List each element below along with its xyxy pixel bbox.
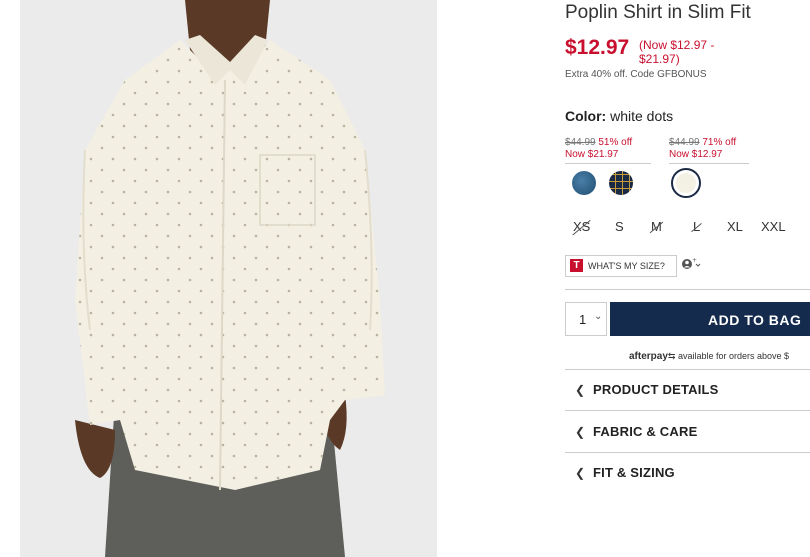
sale-price: $12.97 [565, 36, 630, 59]
chevron-left-icon: ❮ [575, 425, 586, 439]
color-selection: Color: white dots [565, 108, 673, 124]
divider [565, 410, 810, 411]
swatch-group-price: $44.99 71% off Now $12.97 [669, 137, 749, 164]
accordion-fabric-care[interactable]: ❮ FABRIC & CARE [565, 414, 810, 450]
size-xl[interactable]: XL [727, 219, 743, 234]
swatch-group-divider [669, 163, 749, 164]
promo-text: Extra 40% off. Code GFBONUS [565, 69, 707, 80]
discount-percent: 71% off [702, 137, 737, 148]
original-price: $44.99 [565, 137, 596, 148]
svg-text:+: + [692, 258, 697, 264]
color-value: white dots [610, 108, 674, 124]
divider [565, 289, 810, 290]
accordion-label: PRODUCT DETAILS [593, 382, 719, 397]
swatch-white-dots-fill [676, 173, 696, 193]
swatch-white-dots[interactable] [671, 168, 701, 198]
swatch-group-price: $44.99 51% off Now $21.97 [565, 137, 651, 164]
chevron-left-icon: ❮ [575, 383, 586, 397]
size-m[interactable]: M [651, 219, 662, 234]
account-dropdown-icon[interactable]: + [681, 257, 703, 273]
accordion-label: FABRIC & CARE [593, 424, 698, 439]
swatch-blue[interactable] [572, 171, 596, 195]
accordion-product-details[interactable]: ❮ PRODUCT DETAILS [565, 372, 810, 408]
accordion-label: FIT & SIZING [593, 465, 675, 480]
whats-my-size-label: WHAT'S MY SIZE? [588, 261, 665, 271]
color-label: Color: [565, 108, 607, 124]
size-l[interactable]: L [693, 219, 700, 234]
product-title: Poplin Shirt in Slim Fit [565, 2, 751, 23]
afterpay-text: available for orders above $ [677, 351, 790, 361]
swatch-group-divider [565, 163, 651, 164]
size-xs[interactable]: XS [573, 219, 590, 234]
add-to-bag-label: ADD TO BAG [708, 312, 802, 328]
now-price: Now $12.97 [669, 149, 723, 160]
size-xxl[interactable]: XXL [761, 219, 786, 234]
size-s[interactable]: S [615, 219, 624, 234]
quantity-value: 1 [579, 312, 587, 327]
true-fit-logo-icon: T [570, 259, 583, 272]
whats-my-size-button[interactable]: T WHAT'S MY SIZE? [565, 255, 677, 277]
chevron-left-icon: ❮ [575, 466, 586, 480]
original-price: $44.99 [669, 137, 700, 148]
swatch-navy-plaid[interactable] [609, 171, 633, 195]
product-photo-illustration [75, 0, 385, 557]
accordion-fit-sizing[interactable]: ❮ FIT & SIZING [565, 455, 810, 491]
now-price: Now $21.97 [565, 149, 619, 160]
discount-percent: 51% off [598, 137, 633, 148]
afterpay-arrows-icon: ⇆ [667, 351, 676, 361]
size-selector: XS S M L XL XXL [565, 219, 810, 239]
divider [565, 452, 810, 453]
price-range: (Now $12.97 - $21.97) [639, 38, 715, 66]
product-image[interactable] [20, 0, 437, 557]
divider [565, 369, 810, 370]
product-info-panel: Poplin Shirt in Slim Fit $12.97 (Now $12… [565, 0, 810, 557]
add-to-bag-button[interactable]: ADD TO BAG [610, 302, 810, 336]
chevron-down-icon: ⌄ [594, 311, 603, 322]
afterpay-logo: afterpay [629, 351, 668, 362]
user-icon: + [682, 257, 701, 269]
quantity-select[interactable]: 1 ⌄ [565, 302, 607, 336]
afterpay-info: afterpay⇆ available for orders above $ [629, 351, 789, 362]
